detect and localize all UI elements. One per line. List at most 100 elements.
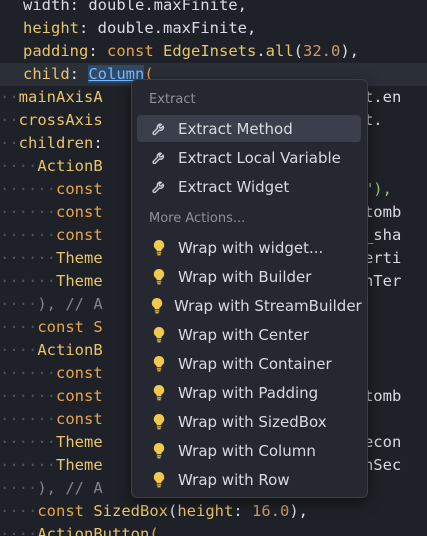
- code-token: Theme: [56, 272, 103, 290]
- indent-guide: ····: [0, 479, 38, 497]
- indent-guide: ····: [0, 318, 38, 336]
- code-token: ActionB: [37, 341, 103, 359]
- menu-item-label: Wrap with Builder: [178, 267, 312, 286]
- menu-item-wrap-with-streambuilder[interactable]: Wrap with StreamBuilder: [137, 292, 362, 319]
- menu-item-label: Wrap with Center: [178, 325, 309, 344]
- indent-guide: ··: [0, 134, 19, 152]
- menu-item-label: Extract Widget: [178, 177, 290, 196]
- code-token: Theme: [56, 433, 103, 451]
- code-line[interactable]: ····ActionB: [0, 339, 103, 362]
- indent-guide: ····: [0, 341, 38, 359]
- indent-guide: ····: [0, 295, 38, 313]
- code-token: ActionB: [37, 157, 103, 175]
- lightbulb-icon: [150, 268, 168, 286]
- code-token: Theme: [56, 456, 103, 474]
- menu-item-label: Wrap with Container: [178, 354, 332, 373]
- code-token: :: [93, 134, 103, 152]
- indent-guide: ······: [0, 410, 56, 428]
- code-line[interactable]: ····), // A: [0, 293, 103, 316]
- code-line[interactable]: ····ActionB: [0, 155, 103, 178]
- indent-guide: ······: [0, 433, 56, 451]
- menu-item-wrap-with-builder[interactable]: Wrap with Builder: [137, 263, 361, 290]
- code-line[interactable]: ····), // A: [0, 477, 103, 500]
- code-token: ), // A: [37, 295, 103, 313]
- code-token: :: [69, 65, 89, 83]
- menu-item-wrap-with-row[interactable]: Wrap with Row: [137, 466, 361, 493]
- code-token: (: [167, 502, 178, 520]
- code-token: ),: [340, 42, 360, 60]
- indent-guide: ······: [0, 456, 56, 474]
- code-token: (: [149, 525, 159, 536]
- code-token: const: [56, 387, 103, 405]
- menu-item-label: Extract Local Variable: [178, 148, 341, 167]
- code-token: const S: [37, 318, 103, 336]
- lightbulb-icon: [150, 384, 168, 402]
- code-line[interactable]: padding: const EdgeInsets.all(32.0),: [0, 40, 359, 63]
- menu-item-wrap-with-center[interactable]: Wrap with Center: [137, 321, 361, 348]
- lightbulb-icon: [150, 297, 164, 315]
- menu-item-wrap-with-column[interactable]: Wrap with Column: [137, 437, 361, 464]
- code-token: EdgeInsets: [163, 42, 257, 60]
- menu-item-wrap-with-sizedbox[interactable]: Wrap with SizedBox: [137, 408, 361, 435]
- extract-section-title: Extract: [149, 92, 196, 107]
- lightbulb-icon: [150, 471, 168, 489]
- code-line[interactable]: width: double.maxFinite,: [0, 0, 247, 17]
- menu-item-extract-widget[interactable]: Extract Widget: [137, 173, 361, 200]
- menu-item-label: Wrap with Row: [178, 470, 290, 489]
- lightbulb-icon: [150, 355, 168, 373]
- indent-guide: ··: [0, 88, 19, 106]
- menu-item-wrap-with-padding[interactable]: Wrap with Padding: [137, 379, 361, 406]
- menu-item-label: Wrap with SizedBox: [178, 412, 327, 431]
- menu-item-wrap-with-container[interactable]: Wrap with Container: [137, 350, 361, 377]
- code-token: (: [293, 42, 304, 60]
- code-token: const: [56, 180, 103, 198]
- code-token: ActionButton: [37, 525, 150, 536]
- menu-item-wrap-with-widget[interactable]: Wrap with widget...: [137, 234, 361, 261]
- lightbulb-icon: [150, 442, 168, 460]
- code-token: crossAxis: [18, 111, 103, 129]
- code-line[interactable]: ····const SizedBox(height: 16.0),: [0, 500, 308, 523]
- menu-item-label: Extract Method: [178, 119, 293, 138]
- menu-item-label: Wrap with widget...: [178, 238, 324, 257]
- indent-guide: ······: [0, 387, 56, 405]
- more-actions-section-title: More Actions...: [149, 211, 246, 226]
- indent-guide: ······: [0, 180, 56, 198]
- code-token: const: [107, 42, 163, 60]
- menu-item-extract-method[interactable]: Extract Method: [137, 115, 361, 142]
- code-token: SizedBox: [93, 502, 168, 520]
- indent-guide: ····: [0, 157, 38, 175]
- code-line[interactable]: height: double.maxFinite,: [0, 17, 256, 40]
- menu-item-label: Wrap with Padding: [178, 383, 319, 402]
- code-token: height: [23, 19, 79, 37]
- menu-item-extract-local-variable[interactable]: Extract Local Variable: [137, 144, 361, 171]
- menu-item-label: Wrap with StreamBuilder: [174, 296, 362, 315]
- code-token: ), // A: [37, 479, 103, 497]
- indent-guide: ····: [0, 525, 38, 536]
- code-token: :: [79, 19, 98, 37]
- code-token: 32.0: [303, 42, 341, 60]
- menu-item-label: Wrap with Column: [178, 441, 316, 460]
- code-token: children: [18, 134, 94, 152]
- indent-guide: ··: [0, 111, 19, 129]
- indent-guide: ······: [0, 226, 56, 244]
- code-token: const: [56, 364, 103, 382]
- code-line[interactable]: ····const S: [0, 316, 103, 339]
- code-line[interactable]: ··children:: [0, 132, 103, 155]
- wrench-icon: [150, 149, 168, 167]
- code-line[interactable]: ····ActionButton(: [0, 523, 159, 536]
- code-token: double: [97, 19, 154, 37]
- code-token: Theme: [56, 249, 103, 267]
- code-token: const: [56, 226, 103, 244]
- indent-guide: ······: [0, 203, 56, 221]
- indent-guide: ······: [0, 249, 56, 267]
- code-token: child: [23, 65, 70, 83]
- lightbulb-icon: [150, 326, 168, 344]
- code-line[interactable]: ······const: [0, 362, 103, 385]
- context-menu: Extract Extract Method Extract Local Vari…: [131, 79, 368, 498]
- indent-guide: ····: [0, 502, 38, 520]
- code-token: :: [233, 502, 252, 520]
- code-token: 16.0: [252, 502, 290, 520]
- lightbulb-icon: [150, 413, 168, 431]
- code-token: const: [37, 502, 94, 520]
- code-token: mainAxisA: [18, 88, 103, 106]
